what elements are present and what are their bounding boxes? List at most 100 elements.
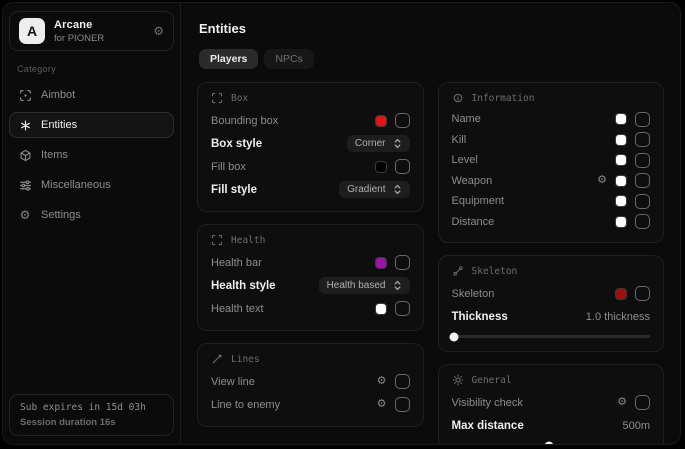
- equipment-checkbox[interactable]: [635, 194, 650, 209]
- skeleton-checkbox[interactable]: [635, 286, 650, 301]
- weapon-color-swatch[interactable]: [615, 175, 627, 187]
- equipment-color-swatch[interactable]: [615, 195, 627, 207]
- weapon-checkbox[interactable]: [635, 173, 650, 188]
- health-bar-checkbox[interactable]: [395, 255, 410, 270]
- tab-players[interactable]: Players: [199, 49, 258, 69]
- sidebar-item-items[interactable]: Items: [9, 142, 174, 168]
- general-card-header: General: [452, 374, 651, 386]
- gear-icon[interactable]: ⚙: [153, 25, 164, 37]
- app-subtitle: for PIONER: [54, 33, 104, 44]
- chevron-updown-icon: [393, 184, 402, 195]
- sidebar-item-aimbot[interactable]: Aimbot: [9, 82, 174, 108]
- gear-icon[interactable]: ⚙: [377, 376, 387, 387]
- skeleton-row: Skeleton: [452, 282, 651, 305]
- bounding-box-checkbox[interactable]: [395, 113, 410, 128]
- max-distance-slider[interactable]: [452, 444, 651, 445]
- sidebar-item-miscellaneous[interactable]: Miscellaneous: [9, 172, 174, 198]
- fill-box-color-swatch[interactable]: [375, 161, 387, 173]
- gear-icon: ⚙: [18, 208, 32, 222]
- box-cube-icon: [18, 148, 32, 162]
- level-checkbox[interactable]: [635, 153, 650, 168]
- gear-icon[interactable]: ⚙: [597, 175, 607, 186]
- box-style-dropdown[interactable]: Corner: [347, 135, 410, 152]
- health-style-dropdown[interactable]: Health based: [319, 277, 410, 294]
- weapon-row: Weapon ⚙: [452, 171, 651, 192]
- sidebar-item-label: Miscellaneous: [41, 179, 111, 191]
- skeleton-color-swatch[interactable]: [615, 288, 627, 300]
- max-distance-label: Max distance: [452, 420, 524, 432]
- box-card-title: Box: [231, 93, 248, 104]
- chevron-updown-icon: [393, 138, 402, 149]
- pencil-line-icon: [211, 353, 223, 365]
- kill-label: Kill: [452, 134, 467, 146]
- weapon-label: Weapon: [452, 175, 493, 187]
- thickness-slider[interactable]: [452, 335, 651, 338]
- skeleton-label: Skeleton: [452, 288, 495, 300]
- information-card-title: Information: [472, 93, 535, 104]
- sidebar-item-label: Items: [41, 149, 68, 161]
- health-text-label: Health text: [211, 303, 264, 315]
- health-style-value: Health based: [327, 280, 386, 291]
- fill-style-row: Fill style Gradient: [211, 178, 410, 201]
- line-to-enemy-checkbox[interactable]: [395, 397, 410, 412]
- entities-icon: [18, 118, 32, 132]
- health-style-label: Health style: [211, 280, 276, 292]
- sidebar-nav: Aimbot Entities Items: [3, 80, 180, 230]
- name-color-swatch[interactable]: [615, 113, 627, 125]
- health-text-color-swatch[interactable]: [375, 303, 387, 315]
- page-title: Entities: [199, 21, 664, 36]
- app-window: A Arcane for PIONER ⚙ Category Aimbot: [2, 2, 681, 445]
- information-card-header: Information: [452, 92, 651, 104]
- gear-icon[interactable]: ⚙: [377, 399, 387, 410]
- right-column: Information Name Kill: [438, 82, 665, 445]
- box-card: Box Bounding box Box style Corne: [197, 82, 424, 212]
- app-logo: A: [19, 18, 45, 44]
- sun-icon: [452, 374, 464, 386]
- distance-row: Distance: [452, 212, 651, 233]
- fill-box-checkbox[interactable]: [395, 159, 410, 174]
- line-to-enemy-label: Line to enemy: [211, 399, 280, 411]
- sidebar-item-entities[interactable]: Entities: [9, 112, 174, 138]
- max-distance-value: 500m: [622, 420, 650, 432]
- kill-color-swatch[interactable]: [615, 134, 627, 146]
- health-card: Health Health bar Health style H: [197, 224, 424, 331]
- gear-icon[interactable]: ⚙: [617, 397, 627, 408]
- thickness-slider-thumb[interactable]: [450, 332, 459, 341]
- line-to-enemy-row: Line to enemy ⚙: [211, 393, 410, 416]
- visibility-check-checkbox[interactable]: [635, 395, 650, 410]
- app-name: Arcane: [54, 19, 104, 31]
- health-bar-color-swatch[interactable]: [375, 257, 387, 269]
- fill-box-row: Fill box: [211, 155, 410, 178]
- sidebar-item-label: Entities: [41, 119, 77, 131]
- crosshair-icon: [18, 88, 32, 102]
- view-line-checkbox[interactable]: [395, 374, 410, 389]
- max-distance-row: Max distance 500m: [452, 414, 651, 437]
- distance-checkbox[interactable]: [635, 214, 650, 229]
- name-checkbox[interactable]: [635, 112, 650, 127]
- bounding-box-label: Bounding box: [211, 115, 278, 127]
- distance-color-swatch[interactable]: [615, 216, 627, 228]
- general-card: General Visibility check ⚙ Max distance …: [438, 364, 665, 445]
- thickness-label: Thickness: [452, 311, 508, 323]
- fill-style-label: Fill style: [211, 184, 257, 196]
- visibility-check-label: Visibility check: [452, 397, 523, 409]
- max-distance-slider-thumb[interactable]: [544, 441, 553, 445]
- corners-icon: [211, 92, 223, 104]
- sub-expiry-text: Sub expires in 15d 03h: [20, 402, 163, 413]
- view-line-label: View line: [211, 376, 255, 388]
- bounding-box-color-swatch[interactable]: [375, 115, 387, 127]
- chevron-updown-icon: [393, 280, 402, 291]
- health-text-checkbox[interactable]: [395, 301, 410, 316]
- max-distance-slider-fill: [452, 444, 549, 445]
- info-scan-icon: [452, 92, 464, 104]
- sidebar-item-label: Settings: [41, 209, 81, 221]
- sidebar-item-label: Aimbot: [41, 89, 75, 101]
- fill-style-value: Gradient: [347, 184, 385, 195]
- kill-checkbox[interactable]: [635, 132, 650, 147]
- level-color-swatch[interactable]: [615, 154, 627, 166]
- fill-style-dropdown[interactable]: Gradient: [339, 181, 409, 198]
- sidebar-item-settings[interactable]: ⚙ Settings: [9, 202, 174, 228]
- health-card-header: Health: [211, 234, 410, 246]
- box-style-row: Box style Corner: [211, 132, 410, 155]
- tab-npcs[interactable]: NPCs: [264, 49, 313, 69]
